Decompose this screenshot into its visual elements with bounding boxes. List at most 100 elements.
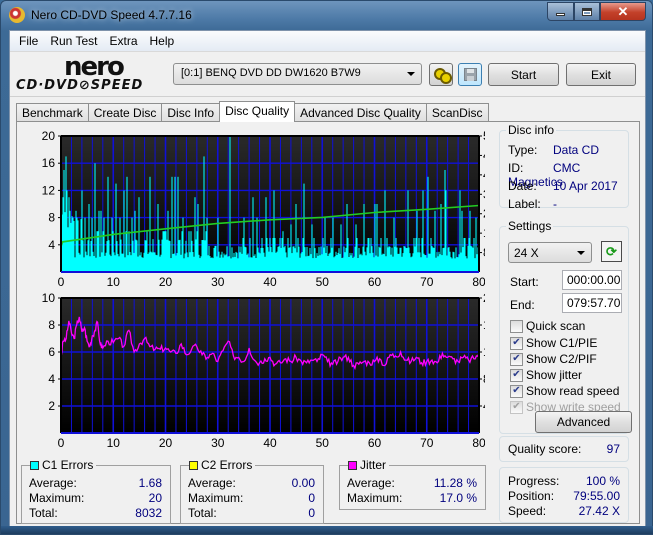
- menu-extra[interactable]: Extra: [103, 34, 143, 48]
- x-tick-label: 20: [159, 436, 173, 448]
- tab-scandisc[interactable]: ScanDisc: [425, 103, 489, 122]
- y-right-tick-label: 56: [483, 129, 485, 143]
- jitter-average-value: 11.28 %: [433, 476, 477, 490]
- checkmark-icon: ✔: [510, 400, 523, 414]
- tab-disc-info[interactable]: Disc Info: [161, 103, 221, 122]
- chevron-down-icon: [577, 251, 585, 255]
- jitter-color-swatch: [348, 460, 357, 470]
- quality-score-value: 97: [606, 442, 620, 456]
- x-tick-label: 40: [263, 436, 277, 448]
- maximize-icon: [582, 7, 592, 16]
- y-right-tick-label: 32: [483, 187, 485, 201]
- advanced-button[interactable]: Advanced: [535, 411, 632, 433]
- id-label: ID:: [508, 161, 524, 175]
- menu-run-test[interactable]: Run Test: [44, 34, 103, 48]
- x-tick-label: 40: [263, 275, 277, 286]
- quality-score-group: Quality score: 97: [499, 436, 629, 462]
- window-title: Nero CD-DVD Speed 4.7.7.16: [31, 8, 192, 22]
- settings-title: Settings: [506, 219, 554, 233]
- tab-create-disc[interactable]: Create Disc: [87, 103, 163, 122]
- tab-bar: Benchmark Create Disc Disc Info Disc Qua…: [16, 101, 489, 122]
- maximize-button[interactable]: [574, 2, 600, 21]
- jitter-average-label: Average:: [347, 476, 395, 490]
- drive-info-button[interactable]: [429, 63, 453, 86]
- y-left-tick-label: 12: [42, 183, 56, 197]
- x-tick-label: 70: [420, 275, 434, 286]
- speed-value: 27.42 X: [578, 504, 620, 518]
- position-value: 79:55.00: [573, 489, 620, 503]
- x-tick-label: 50: [316, 436, 330, 448]
- end-field[interactable]: 079:57.70: [562, 293, 622, 313]
- app-icon: [9, 7, 25, 23]
- c2-maximum-label: Maximum:: [188, 491, 244, 505]
- refresh-icon: ⟳: [606, 243, 617, 259]
- app-window: Nero CD-DVD Speed 4.7.7.16 ✕ File Run Te…: [0, 0, 653, 535]
- c2-errors-box: C2 Errors Average: 0.00 Maximum: 0 Total: 0: [180, 458, 324, 524]
- x-tick-label: 60: [368, 436, 382, 448]
- c1-average-value: 1.68: [138, 476, 162, 490]
- checkbox-label: Quick scan: [526, 319, 586, 333]
- save-button[interactable]: [458, 63, 482, 86]
- quick-scan-checkbox[interactable]: Quick scan: [510, 319, 585, 333]
- show-jitter-checkbox[interactable]: ✔ Show jitter: [510, 368, 582, 382]
- c1-color-swatch: [30, 460, 39, 470]
- nero-logo: nero CD·DVD⊘SPEED: [16, 52, 172, 94]
- type-label: Type:: [508, 143, 538, 157]
- progress-label: Progress:: [508, 474, 560, 488]
- c2-total-value: 0: [308, 506, 315, 520]
- show-read-speed-checkbox[interactable]: ✔ Show read speed: [510, 384, 619, 398]
- minimize-icon: [556, 13, 565, 16]
- jitter-box: Jitter Average: 11.28 % Maximum: 17.0 %: [339, 458, 486, 510]
- c2-maximum-value: 0: [308, 491, 315, 505]
- jitter-title: Jitter: [360, 458, 387, 472]
- c2-title: C2 Errors: [201, 458, 253, 472]
- x-tick-label: 80: [472, 436, 485, 448]
- exit-button[interactable]: Exit: [566, 63, 636, 86]
- y-right-tick-label: 20: [483, 291, 485, 305]
- progress-value: 100 %: [585, 474, 620, 488]
- type-value: Data CD: [553, 143, 600, 157]
- disc-info-group: Disc info Type: Data CD ID: CMC Magnetics …: [499, 123, 629, 211]
- y-right-tick-label: 8: [483, 246, 485, 260]
- c1-total-label: Total:: [29, 506, 58, 520]
- jitter-maximum-value: 17.0 %: [439, 491, 477, 505]
- c1-average-label: Average:: [29, 476, 77, 490]
- close-icon: ✕: [617, 3, 629, 19]
- c2-average-label: Average:: [188, 476, 236, 490]
- logo-speed-text: CD·DVD⊘SPEED: [16, 78, 144, 93]
- close-button[interactable]: ✕: [600, 2, 646, 21]
- checkbox-label: Show jitter: [526, 368, 583, 382]
- minimize-button[interactable]: [547, 2, 574, 21]
- start-button[interactable]: Start: [488, 63, 559, 86]
- x-tick-label: 30: [211, 275, 225, 286]
- y-right-tick-label: 16: [483, 226, 485, 240]
- title-bar[interactable]: Nero CD-DVD Speed 4.7.7.16 ✕: [1, 1, 652, 29]
- y-left-tick-label: 2: [48, 399, 55, 413]
- refresh-speed-button[interactable]: ⟳: [601, 241, 622, 262]
- speed-select[interactable]: 24 X: [508, 242, 592, 263]
- x-tick-label: 0: [58, 275, 65, 286]
- tab-benchmark[interactable]: Benchmark: [16, 103, 89, 122]
- y-right-tick-label: 48: [483, 148, 485, 162]
- show-c1-pie-checkbox[interactable]: ✔ Show C1/PIE: [510, 336, 597, 350]
- checkmark-icon: ✔: [510, 352, 523, 366]
- checkmark-icon: ✔: [510, 336, 523, 350]
- y-left-tick-label: 8: [48, 318, 55, 332]
- tab-disc-quality[interactable]: Disc Quality: [219, 101, 296, 122]
- y-left-tick-label: 16: [42, 156, 56, 170]
- show-c2-pif-checkbox[interactable]: ✔ Show C2/PIF: [510, 352, 597, 366]
- date-value: 10 Apr 2017: [553, 179, 618, 193]
- y-left-tick-label: 20: [42, 129, 56, 143]
- menu-help[interactable]: Help: [144, 34, 181, 48]
- start-field[interactable]: 000:00.00: [562, 270, 622, 290]
- menu-file[interactable]: File: [13, 34, 44, 48]
- tab-advanced-disc-quality[interactable]: Advanced Disc Quality: [294, 103, 427, 122]
- start-label: Start:: [510, 275, 539, 289]
- taskbar-strip: [1, 526, 653, 534]
- drive-select-value: [0:1] BENQ DVD DD DW1620 B7W9: [181, 67, 361, 79]
- c2-total-label: Total:: [188, 506, 217, 520]
- gears-icon: [433, 68, 452, 84]
- drive-select[interactable]: [0:1] BENQ DVD DD DW1620 B7W9: [173, 63, 422, 85]
- jitter-chart-svg: 0 10 20 30 40 50 60 70 80 2 4 6 8 10 4 8 12 16 20: [42, 291, 485, 448]
- y-right-tick-label: 8: [483, 372, 485, 386]
